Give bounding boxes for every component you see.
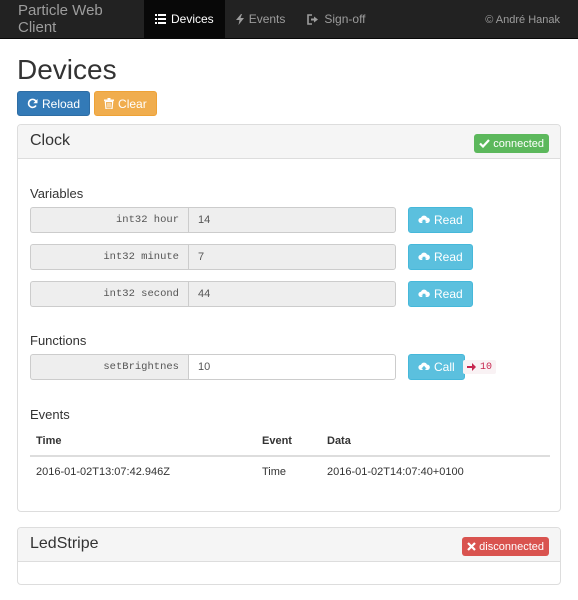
page-title: Devices (17, 54, 117, 85)
nav-events[interactable]: Events (225, 0, 297, 38)
page-actions: Reload Clear (17, 91, 157, 116)
device-name: Clock (30, 132, 71, 149)
sign-out-icon (307, 13, 319, 25)
read-button[interactable]: Read (408, 281, 473, 307)
variable-row: int32 second 44 Read (30, 281, 473, 307)
device-panel-heading: LedStripe disconnected (18, 528, 560, 562)
column-header-data: Data (321, 427, 550, 457)
reload-button[interactable]: Reload (17, 91, 91, 116)
events-heading: Events (30, 407, 70, 422)
event-name-cell: Time (262, 465, 287, 478)
status-text: connected (493, 137, 544, 150)
function-result-value: 10 (480, 361, 493, 373)
variable-signature: int32 second (30, 281, 188, 307)
cloud-download-icon (418, 289, 430, 299)
table-row: 2016-01-02T13:07:42.946Z Time 2016-01-02… (30, 456, 550, 486)
check-icon (479, 139, 491, 148)
nav-sign-off[interactable]: Sign-off (296, 0, 376, 38)
device-name: LedStripe (30, 535, 99, 552)
nav-devices[interactable]: Devices (144, 0, 225, 38)
device-panel-clock: Clock connected Variables int32 hour 14 … (17, 124, 561, 512)
status-badge: disconnected (462, 537, 549, 556)
refresh-icon (27, 98, 38, 109)
clear-button[interactable]: Clear (94, 91, 157, 116)
variable-row: int32 hour 14 Read (30, 207, 473, 233)
functions-heading: Functions (30, 333, 87, 348)
cloud-upload-icon (418, 362, 430, 372)
variable-value-field: 14 (188, 207, 396, 233)
variable-row: int32 minute 7 Read (30, 244, 473, 270)
read-button-label: Read (434, 287, 463, 301)
read-button[interactable]: Read (408, 207, 473, 233)
column-header-time: Time (30, 427, 256, 457)
navbar: Particle Web Client Devices Events Sign-… (0, 0, 578, 39)
times-icon (467, 542, 476, 551)
event-data-cell: 2016-01-02T14:07:40+0100 (327, 465, 464, 478)
variables-heading: Variables (30, 186, 84, 201)
column-header-event: Event (256, 427, 321, 457)
arrow-right-icon (467, 363, 476, 371)
trash-icon (104, 98, 115, 109)
reload-label: Reload (42, 96, 81, 111)
nav-events-label: Events (248, 12, 286, 26)
cloud-download-icon (418, 215, 430, 225)
variable-value-field: 44 (188, 281, 396, 307)
function-argument-input[interactable]: 10 (188, 354, 396, 380)
variable-value-field: 7 (188, 244, 396, 270)
cloud-download-icon (418, 252, 430, 262)
copyright-text: © André Hanak (485, 13, 560, 26)
call-button[interactable]: Call (408, 354, 465, 380)
call-button-label: Call (434, 360, 455, 374)
read-button-label: Read (434, 213, 463, 227)
status-text: disconnected (479, 540, 544, 553)
variable-signature: int32 minute (30, 244, 188, 270)
clear-label: Clear (118, 96, 147, 111)
function-result: 10 (463, 360, 497, 374)
bolt-icon (235, 13, 244, 25)
read-button[interactable]: Read (408, 244, 473, 270)
read-button-label: Read (434, 250, 463, 264)
variable-signature: int32 hour (30, 207, 188, 233)
status-badge: connected (474, 134, 549, 153)
list-icon (155, 14, 166, 24)
device-panel-heading: Clock connected (18, 125, 560, 159)
nav-sign-off-label: Sign-off (324, 12, 366, 26)
brand-title[interactable]: Particle Web Client (0, 0, 144, 38)
events-table: Time Event Data 2016-01-02T13:07:42.946Z… (30, 427, 550, 486)
function-row: setBrightnes 10 Call 10 (30, 354, 497, 380)
event-time-cell: 2016-01-02T13:07:42.946Z (36, 465, 170, 478)
function-name: setBrightnes (30, 354, 188, 380)
table-header-row: Time Event Data (30, 427, 550, 457)
nav-devices-label: Devices (171, 12, 214, 26)
device-panel-ledstripe: LedStripe disconnected (17, 527, 561, 585)
